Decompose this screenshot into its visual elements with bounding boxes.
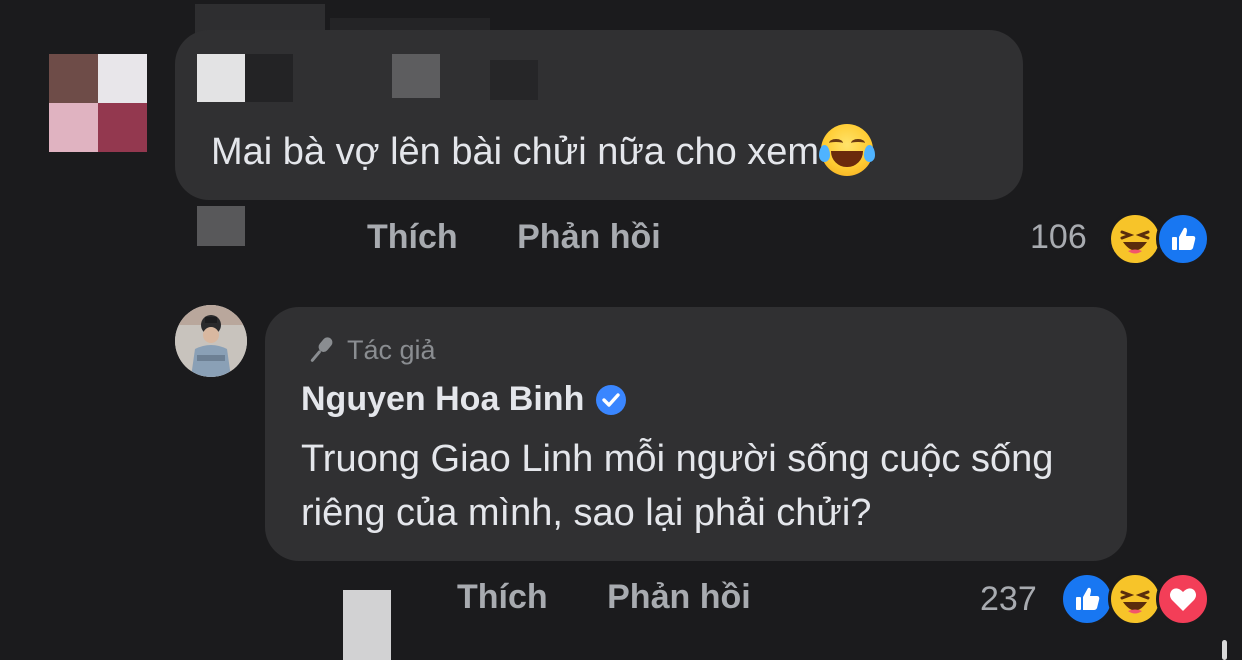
reply-button[interactable]: Phản hồi [607, 578, 751, 616]
author-name[interactable]: Nguyen Hoa Binh [301, 380, 628, 419]
haha-reaction-icon[interactable] [1108, 572, 1162, 626]
like-reaction-icon[interactable] [1060, 572, 1114, 626]
avatar[interactable] [49, 54, 147, 152]
reaction-count[interactable]: 106 [1030, 218, 1087, 257]
reply-button[interactable]: Phản hồi [517, 218, 661, 256]
censored-block [343, 590, 391, 660]
like-button[interactable]: Thích [457, 578, 548, 616]
verified-badge-icon [596, 384, 627, 415]
like-button[interactable]: Thích [367, 218, 458, 256]
comment-actions: Thích Phản hồi [457, 578, 751, 617]
comment-text: Mai bà vợ lên bài chửi nữa cho xem [211, 123, 876, 180]
comment-thread: Mai bà vợ lên bài chửi nữa cho xem Thích… [0, 0, 1242, 660]
censored-block [197, 206, 245, 246]
tears-of-joy-icon [819, 123, 876, 176]
censored-author-name [490, 60, 538, 100]
comment-actions: Thích Phản hồi [367, 218, 661, 257]
author-badge: Tác giả [303, 333, 436, 367]
microphone-icon [310, 337, 333, 362]
censored-author-name [245, 54, 293, 102]
scrollbar[interactable] [1222, 640, 1227, 660]
haha-reaction-icon[interactable] [1108, 212, 1162, 266]
comment-text: Truong Giao Linh mỗi người sống cuộc sốn… [301, 438, 1054, 534]
censored-author-name [197, 54, 245, 102]
reaction-count[interactable]: 237 [980, 580, 1037, 619]
censored-author-name [392, 54, 440, 98]
love-reaction-icon[interactable] [1156, 572, 1210, 626]
like-reaction-icon[interactable] [1156, 212, 1210, 266]
avatar[interactable] [175, 305, 247, 377]
